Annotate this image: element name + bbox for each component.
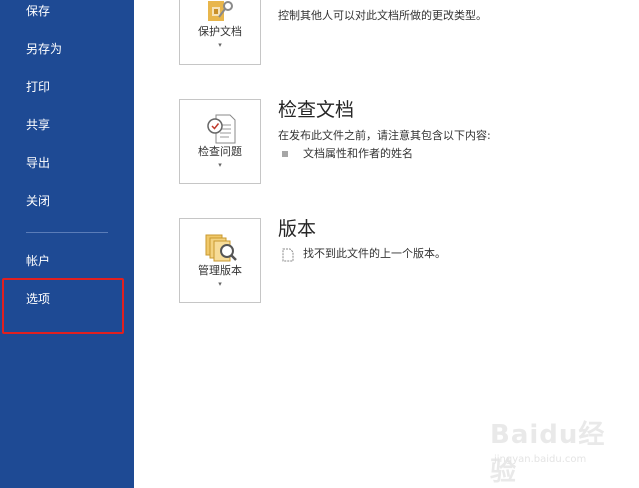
manage-versions-button[interactable]: 管理版本 ▾ bbox=[179, 218, 261, 303]
manage-versions-icon bbox=[205, 234, 237, 262]
watermark-logo: Baidu经验 bbox=[490, 420, 606, 487]
check-for-issues-button[interactable]: 检查问题 ▾ bbox=[179, 99, 261, 184]
check-for-issues-label: 检查问题 bbox=[198, 145, 242, 158]
nav-divider bbox=[26, 232, 108, 233]
bullet-square-icon bbox=[282, 151, 288, 157]
nav-print[interactable]: 打印 bbox=[26, 77, 50, 97]
inspect-document-icon bbox=[207, 114, 236, 144]
inspect-bullet-item: 文档属性和作者的姓名 bbox=[303, 147, 413, 160]
chevron-down-icon: ▾ bbox=[218, 41, 222, 49]
watermark-url: jingyan.baidu.com bbox=[494, 454, 587, 465]
protect-description: 控制其他人可以对此文档所做的更改类型。 bbox=[278, 9, 487, 22]
inspect-description: 在发布此文件之前，请注意其包含以下内容: bbox=[278, 129, 491, 142]
manage-versions-label: 管理版本 bbox=[198, 264, 242, 277]
versions-description: 找不到此文件的上一个版本。 bbox=[303, 247, 446, 260]
nav-export[interactable]: 导出 bbox=[26, 153, 50, 173]
chevron-down-icon: ▾ bbox=[218, 280, 222, 288]
inspect-document-title: 检查文档 bbox=[278, 99, 355, 121]
nav-save-as[interactable]: 另存为 bbox=[26, 39, 62, 59]
nav-share[interactable]: 共享 bbox=[26, 115, 50, 135]
protect-document-button[interactable]: 保护文档 ▾ bbox=[179, 0, 261, 65]
baidu-watermark: Baidu经验 jingyan.baidu.com bbox=[490, 414, 630, 487]
document-icon bbox=[282, 248, 294, 262]
nav-save[interactable]: 保存 bbox=[26, 1, 50, 21]
protect-document-label: 保护文档 bbox=[198, 25, 242, 38]
chevron-down-icon: ▾ bbox=[218, 161, 222, 169]
versions-title: 版本 bbox=[278, 218, 317, 240]
backstage-sidebar: 保存 另存为 打印 共享 导出 关闭 帐户 选项 bbox=[0, 0, 134, 488]
options-highlight-box bbox=[2, 278, 124, 334]
nav-close[interactable]: 关闭 bbox=[26, 191, 50, 211]
nav-account[interactable]: 帐户 bbox=[26, 251, 50, 271]
